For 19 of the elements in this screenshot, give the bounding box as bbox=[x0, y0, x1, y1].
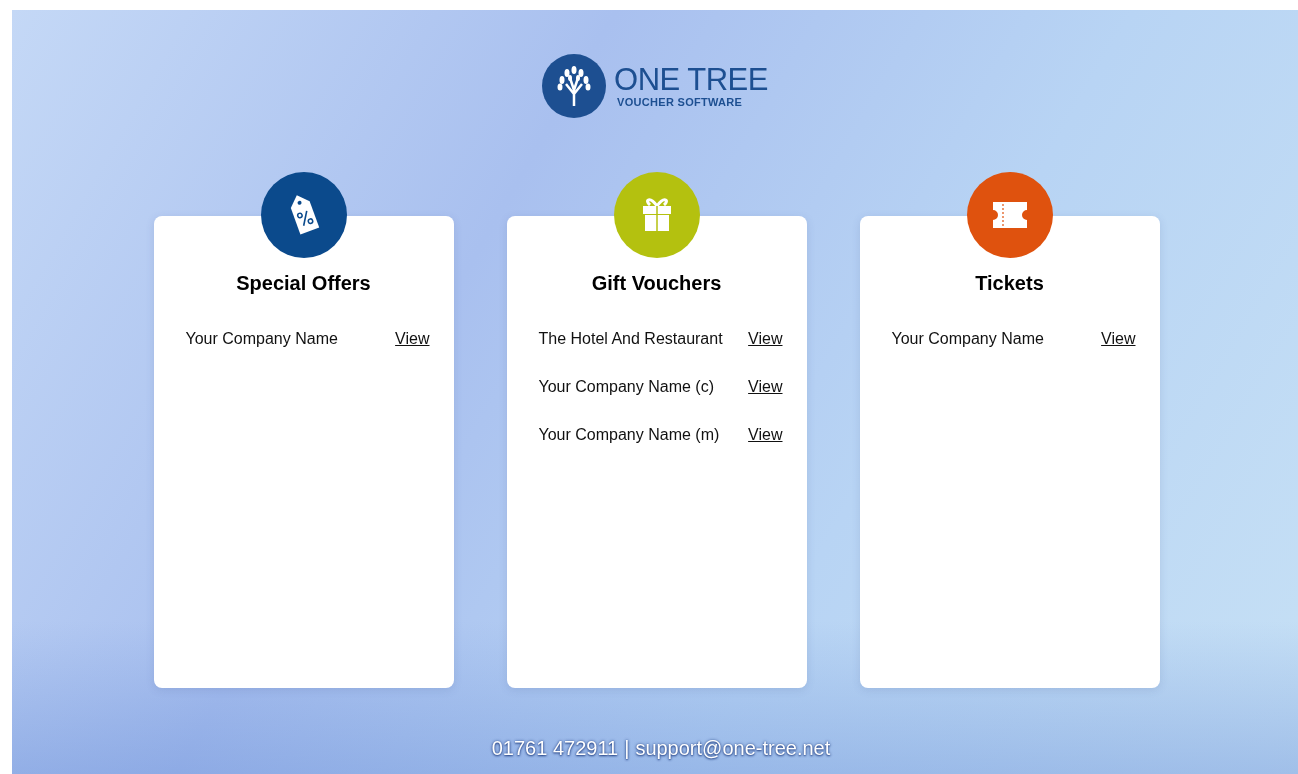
separator: | bbox=[624, 737, 630, 760]
tree-logo-icon bbox=[542, 54, 607, 118]
support-email: support@one-tree.net bbox=[635, 737, 831, 760]
card-title: Tickets bbox=[974, 272, 1045, 295]
card-title: Special Offers bbox=[235, 272, 372, 295]
view-link[interactable]: View bbox=[748, 378, 783, 396]
brand-tagline: VOUCHER SOFTWARE bbox=[617, 96, 743, 108]
company-name: Your Company Name bbox=[185, 330, 338, 348]
view-link[interactable]: View bbox=[1101, 330, 1136, 348]
view-link[interactable]: View bbox=[395, 330, 430, 348]
company-name: Your Company Name bbox=[891, 330, 1044, 348]
card-title: Gift Vouchers bbox=[590, 272, 723, 295]
company-name: Your Company Name (c) bbox=[538, 378, 714, 396]
view-link[interactable]: View bbox=[748, 330, 783, 348]
brand-name: ONE TREE bbox=[614, 64, 768, 96]
company-name: The Hotel And Restaurant bbox=[538, 330, 723, 348]
view-link[interactable]: View bbox=[748, 426, 783, 444]
company-name: Your Company Name (m) bbox=[538, 426, 720, 444]
phone-number: 01761 472911 bbox=[491, 737, 619, 760]
